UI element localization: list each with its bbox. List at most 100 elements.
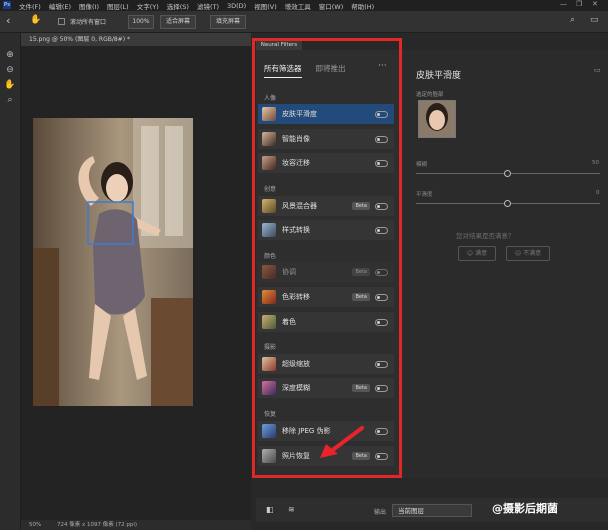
filter-makeup-transfer[interactable]: 妆容迁移 — [258, 153, 394, 173]
tools-panel: ⊕ ⊖ ✋ ⌕ — [0, 33, 21, 530]
filter-label: 智能肖像 — [282, 135, 310, 143]
filter-settings-title: 皮肤平滑度 — [416, 71, 462, 81]
hand-icon[interactable]: ✋ — [4, 79, 16, 91]
filter-toggle[interactable] — [375, 384, 388, 392]
filter-label: 样式转换 — [282, 226, 310, 234]
back-icon[interactable]: ‹ — [6, 14, 10, 27]
jpeg-artifacts-thumb — [262, 424, 276, 438]
zoom-in-icon[interactable]: ⊕ — [4, 49, 16, 61]
output-label: 输出 — [374, 509, 387, 516]
filter-toggle[interactable] — [375, 135, 388, 143]
menu-items: 文件(F) 编辑(E) 图像(I) 图层(L) 文字(Y) 选择(S) 滤镜(T… — [19, 0, 374, 11]
feedback-question: 您对结果是否满意？ — [456, 232, 515, 240]
makeup-transfer-thumb — [262, 156, 276, 170]
smoothness-value: 0 — [596, 190, 600, 196]
filter-label: 着色 — [282, 318, 296, 326]
filter-skin-smoothing[interactable]: 皮肤平滑度 — [258, 104, 394, 124]
preview-toggle-icon[interactable]: ◧ — [266, 505, 274, 514]
blur-slider-handle[interactable] — [504, 170, 511, 177]
menu-window[interactable]: 窗口(W) — [319, 1, 344, 11]
status-bar: 50% 724 像素 x 1097 像素 (72 ppi) — [21, 520, 251, 530]
beta-badge: Beta — [352, 268, 370, 276]
layers-icon[interactable]: ≋ — [288, 505, 295, 514]
zoom-100-button[interactable]: 100% — [128, 15, 154, 29]
tab-all-filters[interactable]: 所有筛选器 — [264, 63, 302, 78]
filter-depth-blur[interactable]: 深度模糊 Beta — [258, 378, 394, 398]
zoom-tool-icon[interactable]: ⌕ — [4, 94, 16, 106]
minimize-icon[interactable]: — — [560, 0, 567, 8]
close-icon[interactable]: ✕ — [592, 0, 598, 8]
feedback-yes-button[interactable]: ☺ 满意 — [458, 246, 496, 261]
scroll-all-checkbox[interactable] — [58, 18, 65, 25]
output-select[interactable]: 当前图层 — [392, 504, 472, 517]
filter-harmonization[interactable]: 协调 Beta — [258, 262, 394, 282]
filter-label: 色彩转移 — [282, 293, 310, 301]
watermark: @摄影后期菌 — [492, 502, 558, 515]
menu-edit[interactable]: 编辑(E) — [49, 1, 71, 11]
filter-toggle[interactable] — [375, 202, 388, 210]
filter-smart-portrait[interactable]: 智能肖像 — [258, 129, 394, 149]
smoothness-label: 平滑度 — [416, 192, 433, 198]
landscape-mixer-thumb — [262, 199, 276, 213]
menu-select[interactable]: 选择(S) — [167, 1, 189, 11]
blur-label: 模糊 — [416, 162, 428, 168]
filter-toggle[interactable] — [375, 360, 388, 368]
filter-label: 超级缩放 — [282, 360, 310, 368]
filter-toggle[interactable] — [375, 318, 388, 326]
category-creative: 创意 — [264, 186, 277, 193]
filter-label: 协调 — [282, 268, 296, 276]
menu-image[interactable]: 图像(I) — [79, 1, 99, 11]
filter-color-transfer[interactable]: 色彩转移 Beta — [258, 287, 394, 307]
workspace-icon[interactable]: ▭ — [590, 15, 599, 25]
thumbs-up-icon: ☺ — [466, 250, 476, 257]
menu-file[interactable]: 文件(F) — [19, 1, 41, 11]
super-zoom-thumb — [262, 357, 276, 371]
skin-smoothing-thumb — [262, 107, 276, 121]
collapse-icon[interactable]: ▭ — [594, 66, 601, 74]
fill-screen-button[interactable]: 填充屏幕 — [210, 15, 246, 29]
scroll-all-label: 滚动所有窗口 — [70, 19, 107, 26]
zoom-out-icon[interactable]: ⊖ — [4, 64, 16, 76]
feedback-no-button[interactable]: ☹ 不满意 — [506, 246, 550, 261]
no-label: 不满意 — [523, 250, 542, 257]
menu-type[interactable]: 文字(Y) — [137, 1, 159, 11]
filter-toggle[interactable] — [375, 226, 388, 234]
menu-view[interactable]: 视图(V) — [254, 1, 277, 11]
smart-portrait-thumb — [262, 132, 276, 146]
filter-toggle[interactable] — [375, 268, 388, 276]
menu-layer[interactable]: 图层(L) — [107, 1, 129, 11]
neural-filters-tab[interactable]: Neural Filters — [256, 40, 302, 50]
filter-label: 妆容迁移 — [282, 159, 310, 167]
filter-label: 深度模糊 — [282, 384, 310, 392]
filter-super-zoom[interactable]: 超级缩放 — [258, 354, 394, 374]
depth-blur-thumb — [262, 381, 276, 395]
menu-bar: Ps 文件(F) 编辑(E) 图像(I) 图层(L) 文字(Y) 选择(S) 滤… — [0, 0, 608, 11]
fit-screen-button[interactable]: 适合屏幕 — [160, 15, 196, 29]
beta-badge: Beta — [352, 384, 370, 392]
filter-toggle[interactable] — [375, 293, 388, 301]
menu-help[interactable]: 帮助(H) — [351, 1, 374, 11]
document-photo — [33, 118, 193, 406]
tab-coming-soon[interactable]: 即将推出 — [316, 63, 346, 78]
selected-face-thumbnail[interactable] — [418, 100, 456, 138]
smoothness-slider-handle[interactable] — [504, 200, 511, 207]
menu-3d[interactable]: 3D(D) — [227, 2, 246, 10]
document-tab[interactable]: 15.png @ 50% (图层 0, RGB/8#) * — [21, 33, 251, 46]
filter-toggle[interactable] — [375, 427, 388, 435]
maximize-icon[interactable]: ❐ — [576, 0, 582, 8]
filter-colorize[interactable]: 着色 — [258, 312, 394, 332]
options-bar: ‹ ✋ 滚动所有窗口 100% 适合屏幕 填充屏幕 ⌕ ▭ — [0, 11, 608, 33]
filter-toggle[interactable] — [375, 159, 388, 167]
harmonization-thumb — [262, 265, 276, 279]
filter-toggle[interactable] — [375, 110, 388, 118]
menu-plugins[interactable]: 增效工具 — [285, 1, 311, 11]
blur-value: 50 — [592, 160, 599, 166]
style-transfer-thumb — [262, 223, 276, 237]
filter-landscape-mixer[interactable]: 风景混合器 Beta — [258, 196, 394, 216]
search-icon[interactable]: ⌕ — [570, 15, 575, 25]
more-options-icon[interactable]: ··· — [378, 61, 387, 71]
filter-toggle[interactable] — [375, 452, 388, 460]
beta-badge: Beta — [352, 202, 370, 210]
filter-style-transfer[interactable]: 样式转换 — [258, 220, 394, 240]
menu-filter[interactable]: 滤镜(T) — [197, 1, 219, 11]
